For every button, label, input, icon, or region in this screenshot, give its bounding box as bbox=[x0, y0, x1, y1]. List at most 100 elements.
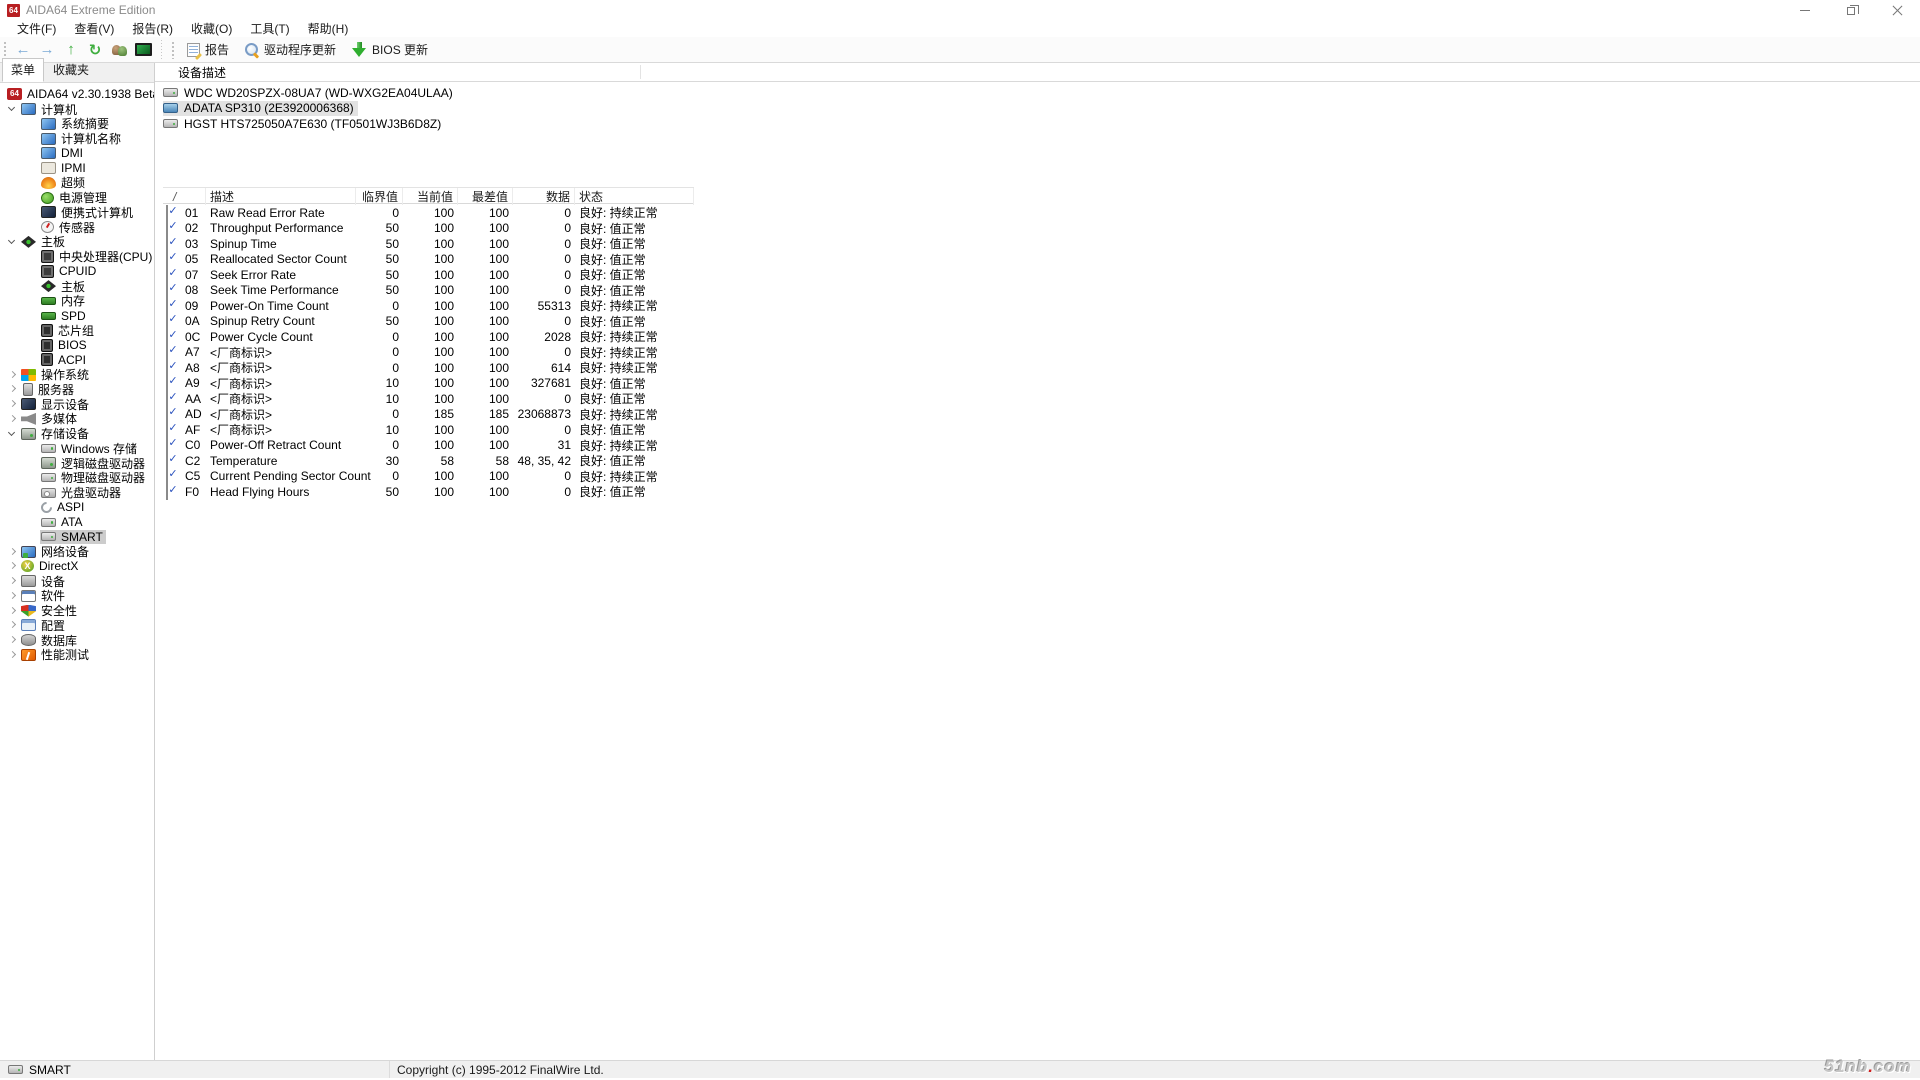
chevron-collapsed-icon[interactable] bbox=[6, 398, 20, 410]
refresh-button[interactable]: ↻ bbox=[84, 40, 106, 60]
tree-item[interactable]: 存储设备 bbox=[0, 426, 154, 441]
forward-button[interactable]: → bbox=[36, 40, 58, 60]
tree-item[interactable]: 超频 bbox=[0, 176, 154, 191]
tree-item[interactable]: 设备 bbox=[0, 574, 154, 589]
tree-item[interactable]: 显示设备 bbox=[0, 397, 154, 412]
tree-item[interactable]: 服务器 bbox=[0, 382, 154, 397]
chevron-expanded-icon[interactable] bbox=[6, 103, 20, 115]
tree-item[interactable]: 主板 bbox=[0, 279, 154, 294]
up-button[interactable]: ↑ bbox=[60, 40, 82, 60]
table-row[interactable]: 01Raw Read Error Rate01001000良好: 持续正常 bbox=[163, 204, 694, 220]
bios-update-button[interactable]: BIOS 更新 bbox=[344, 38, 436, 61]
chevron-collapsed-icon[interactable] bbox=[6, 560, 20, 572]
tree-item[interactable]: Windows 存储 bbox=[0, 441, 154, 456]
tree-item[interactable]: SMART bbox=[0, 530, 154, 545]
tree-item[interactable]: 光盘驱动器 bbox=[0, 485, 154, 500]
chevron-collapsed-icon[interactable] bbox=[6, 546, 20, 558]
tree-item[interactable]: 计算机名称 bbox=[0, 131, 154, 146]
table-row[interactable]: AF<厂商标识>101001000良好: 值正常 bbox=[163, 421, 694, 437]
tree-item[interactable]: SPD bbox=[0, 308, 154, 323]
monitor-button[interactable] bbox=[132, 40, 154, 60]
column-header[interactable]: 最差值 bbox=[458, 188, 513, 205]
table-row[interactable]: C5Current Pending Sector Count01001000良好… bbox=[163, 468, 694, 484]
tree-item[interactable]: ACPI bbox=[0, 353, 154, 368]
restore-button[interactable] bbox=[1828, 0, 1874, 20]
table-row[interactable]: A7<厂商标识>01001000良好: 持续正常 bbox=[163, 344, 694, 360]
column-header[interactable]: 数据 bbox=[513, 188, 575, 205]
chevron-collapsed-icon[interactable] bbox=[6, 649, 20, 661]
tree-item[interactable]: CPUID bbox=[0, 264, 154, 279]
column-header[interactable]: 描述 bbox=[206, 188, 356, 205]
menu-item-帮[interactable]: 帮助(H) bbox=[299, 19, 358, 38]
sidebar-tab[interactable]: 菜单 bbox=[2, 58, 44, 82]
table-row[interactable]: A8<厂商标识>0100100614良好: 持续正常 bbox=[163, 359, 694, 375]
tree-item[interactable]: 传感器 bbox=[0, 220, 154, 235]
tree-item[interactable]: IPMI bbox=[0, 161, 154, 176]
table-row[interactable]: 0CPower Cycle Count01001002028良好: 持续正常 bbox=[163, 328, 694, 344]
table-row[interactable]: 09Power-On Time Count010010055313良好: 持续正… bbox=[163, 297, 694, 313]
chevron-expanded-icon[interactable] bbox=[6, 236, 20, 248]
tree-item[interactable]: 电源管理 bbox=[0, 190, 154, 205]
device-row[interactable]: ADATA SP310 (2E3920006368) bbox=[155, 101, 1920, 117]
users-button[interactable] bbox=[108, 40, 130, 60]
tree-item[interactable]: DirectX bbox=[0, 559, 154, 574]
checkbox-checked-icon[interactable] bbox=[166, 484, 168, 500]
table-row[interactable]: 03Spinup Time501001000良好: 值正常 bbox=[163, 235, 694, 251]
tree-item[interactable]: 逻辑磁盘驱动器 bbox=[0, 456, 154, 471]
table-row[interactable]: C0Power-Off Retract Count010010031良好: 持续… bbox=[163, 437, 694, 453]
tree-item[interactable]: AIDA64 v2.30.1938 Beta bbox=[0, 87, 154, 102]
sort-column-header[interactable]: / bbox=[163, 188, 206, 205]
minimize-button[interactable] bbox=[1782, 0, 1828, 20]
column-header[interactable]: 状态 bbox=[575, 188, 694, 205]
tree-item[interactable]: BIOS bbox=[0, 338, 154, 353]
table-row[interactable]: AD<厂商标识>018518523068873良好: 持续正常 bbox=[163, 406, 694, 422]
tree-item[interactable]: 配置 bbox=[0, 618, 154, 633]
tree-item[interactable]: 安全性 bbox=[0, 603, 154, 618]
close-button[interactable] bbox=[1874, 0, 1920, 20]
tree-item[interactable]: 操作系统 bbox=[0, 367, 154, 382]
tree-item[interactable]: ATA bbox=[0, 515, 154, 530]
tree-item[interactable]: 软件 bbox=[0, 589, 154, 604]
sidebar-tab[interactable]: 收藏夹 bbox=[44, 58, 98, 82]
column-header[interactable]: 临界值 bbox=[356, 188, 403, 205]
table-row[interactable]: A9<厂商标识>10100100327681良好: 值正常 bbox=[163, 375, 694, 391]
tree-item[interactable]: 便携式计算机 bbox=[0, 205, 154, 220]
tree-item[interactable]: 性能测试 bbox=[0, 648, 154, 663]
tree-item[interactable]: 系统摘要 bbox=[0, 117, 154, 132]
menu-item-收[interactable]: 收藏(O) bbox=[182, 19, 241, 38]
tree-item[interactable]: 多媒体 bbox=[0, 412, 154, 427]
table-row[interactable]: 0ASpinup Retry Count501001000良好: 值正常 bbox=[163, 313, 694, 329]
tree-item[interactable]: 网络设备 bbox=[0, 544, 154, 559]
table-row[interactable]: AA<厂商标识>101001000良好: 值正常 bbox=[163, 390, 694, 406]
chevron-collapsed-icon[interactable] bbox=[6, 619, 20, 631]
tree-item[interactable]: 物理磁盘驱动器 bbox=[0, 471, 154, 486]
tree-item[interactable]: 内存 bbox=[0, 294, 154, 309]
menu-item-工[interactable]: 工具(T) bbox=[241, 19, 298, 38]
chevron-collapsed-icon[interactable] bbox=[6, 413, 20, 425]
column-header[interactable]: 当前值 bbox=[403, 188, 458, 205]
chevron-collapsed-icon[interactable] bbox=[6, 383, 20, 395]
tree-item[interactable]: 计算机 bbox=[0, 102, 154, 117]
device-row[interactable]: HGST HTS725050A7E630 (TF0501WJ3B6D8Z) bbox=[155, 116, 1920, 132]
driver-update-button[interactable]: 驱动程序更新 bbox=[237, 38, 344, 61]
menu-item-查[interactable]: 查看(V) bbox=[65, 19, 123, 38]
tree-item[interactable]: 主板 bbox=[0, 235, 154, 250]
tree-item[interactable]: 中央处理器(CPU) bbox=[0, 249, 154, 264]
chevron-collapsed-icon[interactable] bbox=[6, 590, 20, 602]
menu-item-报[interactable]: 报告(R) bbox=[123, 19, 182, 38]
chevron-expanded-icon[interactable] bbox=[6, 428, 20, 440]
table-row[interactable]: 07Seek Error Rate501001000良好: 值正常 bbox=[163, 266, 694, 282]
back-button[interactable]: ← bbox=[12, 40, 34, 60]
report-button[interactable]: 报告 bbox=[179, 38, 237, 61]
chevron-collapsed-icon[interactable] bbox=[6, 369, 20, 381]
tree-item[interactable]: 数据库 bbox=[0, 633, 154, 648]
chevron-collapsed-icon[interactable] bbox=[6, 634, 20, 646]
chevron-collapsed-icon[interactable] bbox=[6, 605, 20, 617]
tree-item[interactable]: DMI bbox=[0, 146, 154, 161]
chevron-collapsed-icon[interactable] bbox=[6, 575, 20, 587]
menu-item-文[interactable]: 文件(F) bbox=[8, 19, 65, 38]
tree-item[interactable]: ASPI bbox=[0, 500, 154, 515]
table-row[interactable]: C2Temperature30585848, 35, 42良好: 值正常 bbox=[163, 452, 694, 468]
table-row[interactable]: 02Throughput Performance501001000良好: 值正常 bbox=[163, 220, 694, 236]
device-row[interactable]: WDC WD20SPZX-08UA7 (WD-WXG2EA04ULAA) bbox=[155, 85, 1920, 101]
